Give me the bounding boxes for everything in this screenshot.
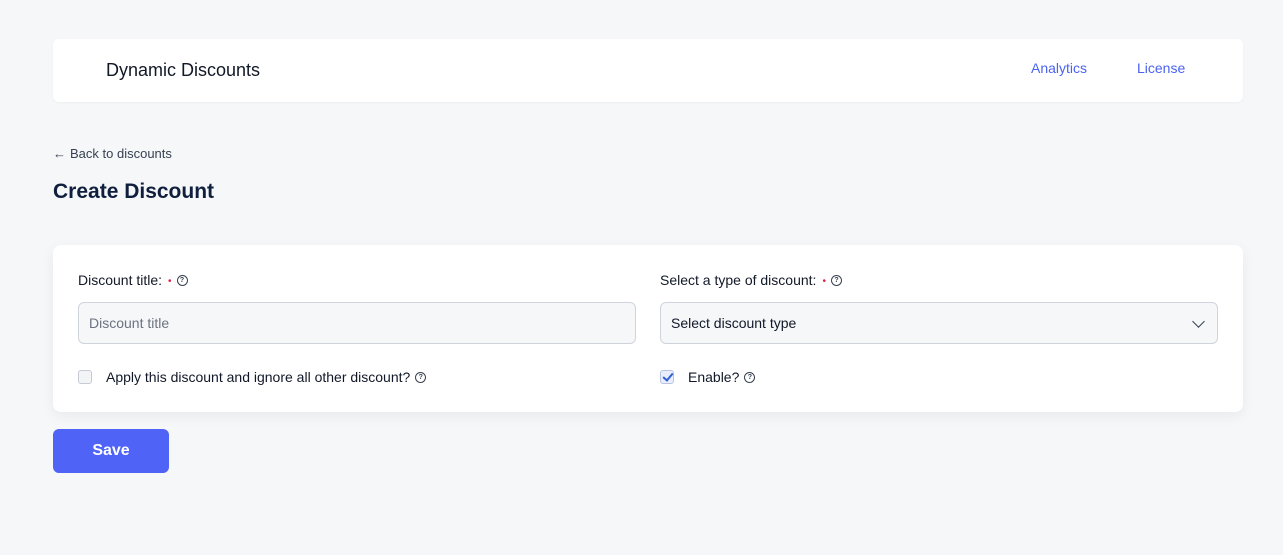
save-button[interactable]: Save [53, 429, 169, 473]
help-icon[interactable]: ? [830, 274, 842, 286]
enable-checkbox[interactable] [660, 370, 674, 384]
discount-title-label: Discount title: • ? [78, 272, 188, 288]
exclusive-discount-label: Apply this discount and ignore all other… [106, 369, 411, 385]
discount-title-label-text: Discount title: [78, 272, 163, 288]
discount-type-selected-value: Select discount type [671, 315, 797, 331]
required-indicator: • [168, 275, 172, 287]
enable-discount-option: Enable? ? [660, 369, 756, 385]
discount-type-select[interactable]: Select discount type [660, 302, 1218, 344]
help-icon[interactable]: ? [176, 274, 188, 286]
nav-link-license[interactable]: License [1137, 60, 1185, 76]
help-icon[interactable]: ? [415, 371, 427, 383]
exclusive-discount-checkbox[interactable] [78, 370, 92, 384]
arrow-left-icon: ← [53, 146, 66, 161]
page-title: Create Discount [53, 180, 215, 203]
app-brand-title: Dynamic Discounts [106, 60, 261, 80]
help-icon[interactable]: ? [744, 371, 756, 383]
chevron-down-icon [1192, 314, 1205, 328]
back-to-discounts-link[interactable]: ← Back to discounts [53, 146, 172, 161]
nav-link-analytics[interactable]: Analytics [1031, 60, 1087, 76]
discount-type-label: Select a type of discount: • ? [660, 272, 842, 288]
back-link-label: Back to discounts [70, 146, 172, 161]
top-bar: Dynamic Discounts Analytics License [53, 39, 1243, 102]
enable-label: Enable? [688, 369, 740, 385]
discount-form-card: Discount title: • ? Select a type of dis… [53, 245, 1243, 412]
exclusive-discount-option: Apply this discount and ignore all other… [78, 369, 427, 385]
required-indicator: • [822, 275, 826, 287]
discount-type-label-text: Select a type of discount: [660, 272, 817, 288]
discount-title-input[interactable] [78, 302, 636, 344]
